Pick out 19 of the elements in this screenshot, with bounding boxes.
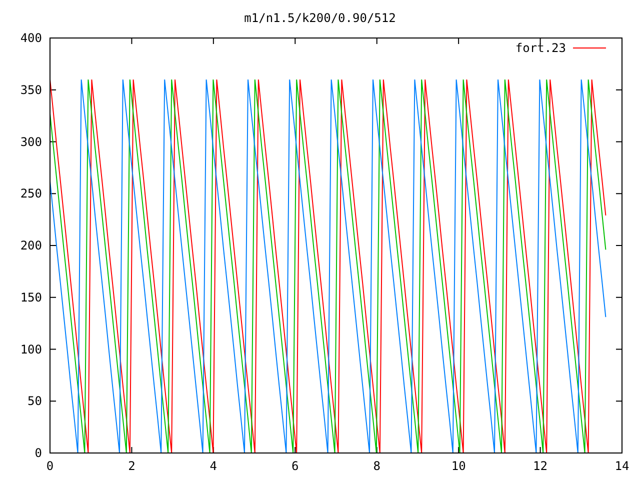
tick-label: 100 — [20, 342, 42, 356]
tick-label: 0 — [46, 459, 54, 473]
tick-label: 200 — [20, 238, 42, 252]
tick-label: 6 — [292, 459, 299, 473]
tick-label: 250 — [20, 186, 42, 201]
tick-label: 400 — [20, 31, 42, 45]
tick-label: 4 — [210, 459, 218, 473]
tick-label: 14 — [614, 459, 630, 473]
tick-label: 10 — [451, 459, 466, 473]
tick-label: 8 — [373, 459, 380, 473]
tick-label: 50 — [28, 394, 42, 408]
tick-label: 2 — [128, 459, 136, 473]
legend-label: fort.23 — [515, 41, 566, 55]
tick-label: 0 — [34, 446, 42, 460]
tick-label: 150 — [20, 290, 42, 304]
tick-label: 12 — [533, 459, 548, 473]
tick-label: 350 — [20, 82, 42, 97]
tick-label: 300 — [20, 134, 42, 149]
plot-title: m1/n1.5/k200/0.90/512 — [244, 11, 396, 25]
